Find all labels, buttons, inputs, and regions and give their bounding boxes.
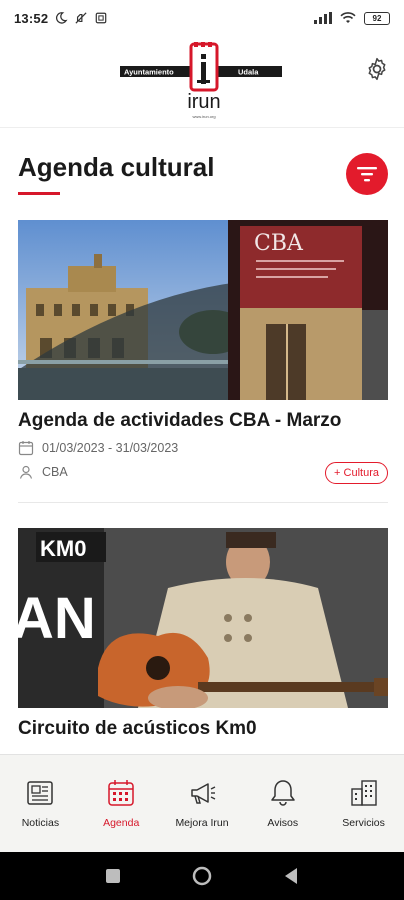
- status-left-icons: [54, 12, 108, 24]
- calendar-icon: [18, 441, 34, 456]
- irun-logo: Ayuntamiento Udala irun www.irun.org: [120, 42, 282, 119]
- buildings-icon: [350, 780, 377, 806]
- svg-text:irun: irun: [187, 91, 220, 113]
- filter-button[interactable]: [346, 153, 388, 195]
- bottom-nav: Noticias Agenda Mejora Irun Avisos Servi…: [0, 754, 404, 852]
- status-bar: 13:52 92: [0, 0, 404, 36]
- recents-icon[interactable]: [105, 868, 121, 884]
- filter-icon: [357, 167, 377, 182]
- svg-text:KM0: KM0: [40, 536, 86, 561]
- svg-text:AN: AN: [18, 586, 96, 651]
- event-title[interactable]: Agenda de actividades CBA - Marzo: [18, 410, 388, 432]
- svg-text:Udala: Udala: [238, 68, 259, 77]
- nav-item-noticias[interactable]: Noticias: [0, 755, 81, 852]
- status-right-icons: 92: [314, 11, 390, 25]
- newspaper-icon: [27, 781, 54, 805]
- gear-icon[interactable]: [364, 56, 390, 82]
- nav-item-servicios[interactable]: Servicios: [323, 755, 404, 852]
- home-icon[interactable]: [192, 866, 212, 886]
- km0-photo: KM0 AN: [18, 528, 388, 708]
- svg-text:www.irun.org: www.irun.org: [192, 114, 215, 119]
- event-dates: 01/03/2023 - 31/03/2023: [42, 441, 179, 455]
- category-tag[interactable]: + Cultura: [325, 462, 388, 484]
- event-image-km0[interactable]: KM0 AN: [18, 528, 388, 708]
- svg-text:CBA: CBA: [254, 231, 304, 256]
- nav-label: Servicios: [342, 817, 385, 829]
- moon-icon: [56, 12, 68, 24]
- bell-icon: [271, 780, 295, 806]
- mute-icon: [75, 12, 87, 24]
- nav-item-mejora-irun[interactable]: Mejora Irun: [162, 755, 243, 852]
- signal-icon: [314, 12, 332, 24]
- app-bar: Ayuntamiento Udala irun www.irun.org: [0, 36, 404, 128]
- nav-item-avisos[interactable]: Avisos: [242, 755, 323, 852]
- status-time: 13:52: [14, 10, 49, 26]
- system-nav-bar: [0, 852, 404, 900]
- nav-label: Avisos: [267, 817, 299, 829]
- wifi-icon: [340, 12, 356, 23]
- nav-label: Agenda: [103, 817, 140, 829]
- event-dates-row: 01/03/2023 - 31/03/2023: [18, 440, 388, 456]
- battery-indicator: 92: [364, 11, 390, 25]
- event-title[interactable]: Circuito de acústicos Km0: [18, 718, 388, 740]
- nav-label: Noticias: [21, 817, 60, 829]
- title-underline: [18, 192, 60, 195]
- cba-photo: CBA: [18, 220, 388, 400]
- nav-label: Mejora Irun: [175, 817, 229, 829]
- page-title: Agenda cultural: [18, 152, 215, 182]
- megaphone-icon: [191, 783, 216, 804]
- nav-item-agenda[interactable]: Agenda: [81, 755, 162, 852]
- event-location: CBA: [42, 465, 68, 479]
- event-image-cba[interactable]: CBA: [18, 220, 388, 400]
- location-user-icon: [19, 465, 33, 479]
- calendar-icon: [108, 780, 134, 806]
- nfc-icon: [95, 12, 107, 24]
- back-icon[interactable]: [283, 867, 299, 885]
- card-divider: [18, 502, 388, 503]
- event-card[interactable]: KM0 AN Circuito de acústicos Km0: [18, 528, 388, 740]
- svg-text:Ayuntamiento: Ayuntamiento: [124, 68, 174, 77]
- event-card[interactable]: CBA Agenda de actividades CBA - Marzo 01…: [18, 220, 388, 503]
